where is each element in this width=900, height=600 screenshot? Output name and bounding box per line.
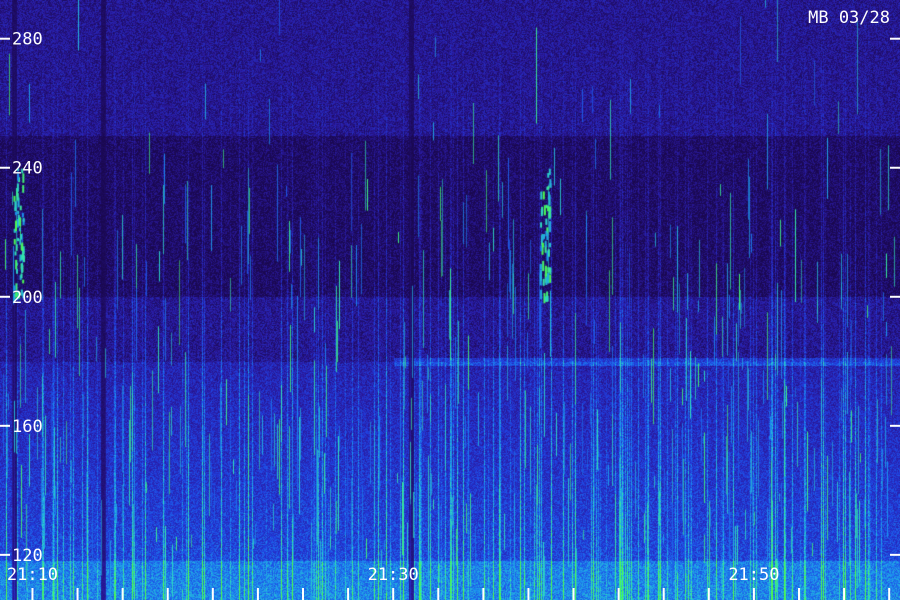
x-tick-label: 21:10: [7, 565, 58, 585]
y-tick-label: 240: [12, 159, 43, 179]
x-tick-label: 21:30: [368, 565, 419, 585]
chart-overlay: MB 03/28 280 240 200 160 120 21:10 21:30 21:50: [0, 8, 900, 600]
spectrogram-chart: MB 03/28 280 240 200 160 120 21:10 21:30 21:50: [0, 0, 900, 600]
x-axis: 21:10 21:30 21:50: [7, 565, 891, 600]
y-axis: 280 240 200 160 120: [0, 30, 900, 566]
y-tick-label: 120: [12, 546, 43, 566]
y-tick-label: 280: [12, 30, 43, 50]
y-tick-label: 160: [12, 417, 43, 437]
chart-title: MB 03/28: [808, 8, 890, 28]
y-tick-label: 200: [12, 288, 43, 308]
x-tick-label: 21:50: [728, 565, 779, 585]
